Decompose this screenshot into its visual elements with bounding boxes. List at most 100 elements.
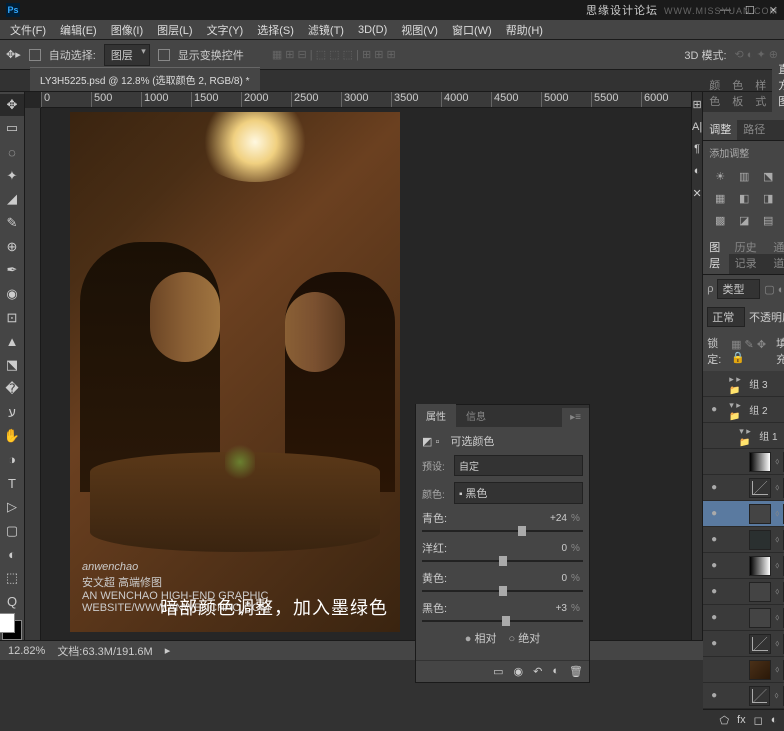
menubar[interactable]: 文件(F)编辑(E)图像(I)图层(L)文字(Y)选择(S)滤镜(T)3D(D)… [0, 20, 784, 40]
slider-value[interactable]: 0 [537, 543, 567, 554]
tab-properties[interactable]: 属性 [416, 404, 456, 427]
tab-路径[interactable]: 路径 [737, 118, 771, 140]
tool-20[interactable]: ⬚ [0, 567, 24, 589]
slider-value[interactable]: 0 [537, 573, 567, 584]
tool-11[interactable]: ⬔ [0, 354, 24, 376]
layer-row[interactable]: ●⬨曲线 1 [703, 631, 784, 657]
brush-icon[interactable]: ◐ [694, 165, 701, 177]
layer-row[interactable]: ●⬨选取颜色 1 [703, 605, 784, 631]
layer-row[interactable]: ●⬨曲线 3 拷贝fx ▾ [703, 683, 784, 709]
layer-row[interactable]: ●⬨曲线 2 [703, 475, 784, 501]
fx-icon[interactable]: fx [737, 714, 746, 727]
tool-16[interactable]: T [0, 473, 24, 495]
layer-row[interactable]: ▸ ▸📁组 3 [703, 371, 784, 397]
menu-滤镜[interactable]: 滤镜(T) [302, 22, 350, 38]
slider-value[interactable]: +3 [537, 603, 567, 614]
visibility-toggle[interactable]: ● [707, 482, 721, 493]
menu-3d[interactable]: 3D(D) [352, 24, 393, 36]
tool-21[interactable]: Q [0, 591, 24, 613]
tool-14[interactable]: ✋ [0, 425, 24, 447]
tool-15[interactable]: ◑ [0, 449, 24, 471]
filter-type-dropdown[interactable]: 类型 [717, 279, 760, 299]
autoselect-checkbox[interactable] [29, 49, 41, 61]
menu-帮助[interactable]: 帮助(H) [500, 22, 549, 38]
slider-value[interactable]: +24 [537, 513, 567, 524]
menu-图层[interactable]: 图层(L) [151, 22, 198, 38]
tool-5[interactable]: ✎ [0, 212, 24, 234]
tool-8[interactable]: ◉ [0, 283, 24, 305]
adjustment-layer-icon[interactable]: ◐ [771, 714, 778, 727]
menu-窗口[interactable]: 窗口(W) [446, 22, 498, 38]
brightness-icon[interactable]: ☀ [711, 168, 729, 184]
tab-色板[interactable]: 色板 [726, 74, 749, 112]
colorlookup-icon[interactable]: ▩ [711, 212, 729, 228]
slider-track[interactable] [422, 620, 583, 622]
layer-row[interactable]: ●⬨选取颜色 2 [703, 501, 784, 527]
visibility-toggle[interactable]: ● [707, 612, 721, 623]
visibility-toggle[interactable]: ● [707, 690, 721, 701]
reset-icon[interactable]: ↶ [533, 665, 542, 678]
visibility-toggle[interactable]: ● [707, 508, 721, 519]
link-layers-icon[interactable]: ⬠ [719, 714, 729, 727]
posterize-icon[interactable]: ▤ [759, 212, 777, 228]
visibility-toggle[interactable]: ● [707, 586, 721, 597]
layers-list[interactable]: ▸ ▸📁组 3●▾ ▸📁组 2▾ ▸📁组 1⬨黑白 1●⬨曲线 2●⬨选取颜色 … [703, 371, 784, 709]
layer-row[interactable]: ●⬨黑白 1 [703, 553, 784, 579]
show-transform-checkbox[interactable] [158, 49, 170, 61]
visibility-toggle[interactable]: ● [707, 404, 721, 415]
document-tab[interactable]: LY3H5225.psd @ 12.8% (选取颜色 2, RGB/8) * [30, 67, 260, 91]
visibility-toggle[interactable]: ● [707, 534, 721, 545]
slider-track[interactable] [422, 530, 583, 532]
autoselect-target-dropdown[interactable]: 图层 [104, 44, 150, 66]
tool-19[interactable]: ◐ [0, 543, 24, 565]
tool-18[interactable]: ▢ [0, 520, 24, 542]
tab-样式[interactable]: 样式 [749, 74, 772, 112]
layer-row[interactable]: ⬨图案填充 1 拷... [703, 657, 784, 683]
tool-10[interactable]: ▲ [0, 331, 24, 353]
menu-文字[interactable]: 文字(Y) [201, 22, 250, 38]
layer-row[interactable]: ●⬨颜色查找 1 [703, 579, 784, 605]
trash-icon[interactable]: 🗑 [569, 665, 583, 678]
tool-12[interactable]: � [0, 378, 24, 400]
colorbalance-icon[interactable]: ◧ [735, 190, 753, 206]
measure-icon[interactable]: ✕ [692, 187, 701, 200]
tool-7[interactable]: ✒ [0, 260, 24, 282]
view-icon[interactable]: ◉ [514, 665, 524, 678]
relative-radio[interactable]: 相对 [465, 630, 497, 646]
tab-通道[interactable]: 通道 [767, 236, 784, 274]
zoom-level[interactable]: 12.82% [8, 645, 45, 657]
swatches-icon[interactable]: ⊞ [692, 98, 701, 111]
color-dropdown[interactable]: ▪ 黑色 [454, 482, 583, 504]
menu-图像[interactable]: 图像(I) [105, 22, 149, 38]
bw-icon[interactable]: ◨ [759, 190, 777, 206]
panel-menu-icon[interactable]: ▸≡ [562, 408, 589, 427]
tab-图层[interactable]: 图层 [703, 236, 728, 274]
menu-文件[interactable]: 文件(F) [4, 22, 52, 38]
layer-row[interactable]: ▾ ▸📁组 1 [703, 423, 784, 449]
menu-选择[interactable]: 选择(S) [251, 22, 300, 38]
tool-0[interactable]: ✥ [0, 94, 24, 116]
tool-1[interactable]: ▭ [0, 118, 24, 140]
clip-icon[interactable]: ▭ [493, 665, 503, 678]
tool-6[interactable]: ⊕ [0, 236, 24, 258]
blend-mode-dropdown[interactable]: 正常 [707, 307, 745, 327]
preset-dropdown[interactable]: 自定 [454, 455, 583, 476]
absolute-radio[interactable]: 绝对 [509, 630, 541, 646]
layer-row[interactable]: ●⬨颜色填充 1 [703, 527, 784, 553]
menu-视图[interactable]: 视图(V) [395, 22, 444, 38]
tool-3[interactable]: ✦ [0, 165, 24, 187]
tab-直方图[interactable]: 直方图 [772, 58, 784, 112]
color-swatch[interactable] [2, 620, 22, 640]
invert-icon[interactable]: ◪ [735, 212, 753, 228]
visibility-toggle[interactable]: ● [707, 560, 721, 571]
layer-row[interactable]: ⬨黑白 1 [703, 449, 784, 475]
tab-颜色[interactable]: 颜色 [703, 74, 726, 112]
hue-icon[interactable]: ▦ [711, 190, 729, 206]
menu-编辑[interactable]: 编辑(E) [54, 22, 103, 38]
tool-13[interactable]: ע [0, 402, 24, 424]
tool-9[interactable]: ⊡ [0, 307, 24, 329]
canvas[interactable]: anwenchao安文超 高端修图AN WENCHAO HIGH-END GRA… [70, 112, 400, 632]
tab-调整[interactable]: 调整 [703, 118, 737, 140]
paragraph-icon[interactable]: ¶ [694, 143, 700, 155]
slider-track[interactable] [422, 560, 583, 562]
